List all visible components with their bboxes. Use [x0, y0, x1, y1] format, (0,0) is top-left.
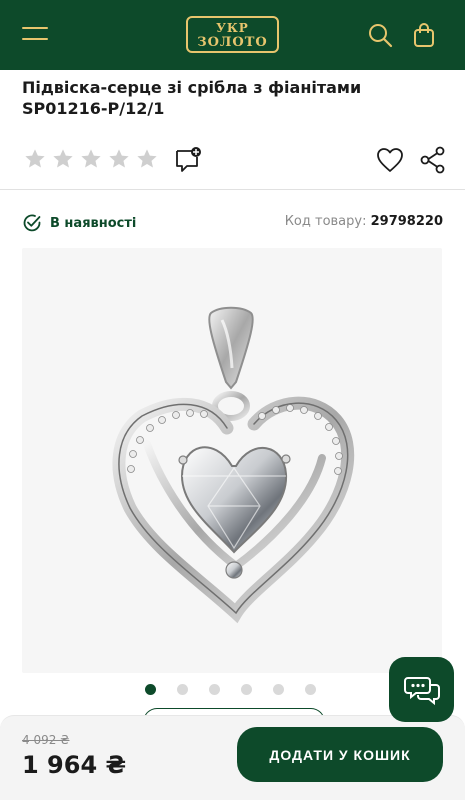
brand-logo[interactable]: УКР ЗОЛОТО [186, 16, 279, 53]
gallery-dot[interactable] [209, 684, 220, 695]
app-header: УКР ЗОЛОТО [0, 0, 465, 70]
gallery-pagination [145, 684, 316, 695]
share-icon[interactable] [420, 146, 446, 174]
chat-button[interactable] [389, 657, 454, 722]
product-code: Код товару: 29798220 [285, 214, 443, 229]
star-icon[interactable] [52, 148, 74, 170]
gallery-dot[interactable] [241, 684, 252, 695]
availability-status: В наявності [22, 211, 136, 235]
star-icon[interactable] [80, 148, 102, 170]
gallery-dot[interactable] [145, 684, 156, 695]
old-price: 4 092 ₴ [22, 733, 70, 747]
rating-stars[interactable] [24, 148, 158, 170]
availability-label: В наявності [50, 215, 137, 231]
wishlist-heart-icon[interactable] [376, 147, 404, 173]
product-image[interactable] [22, 248, 442, 673]
chat-bubbles-icon [404, 677, 440, 706]
menu-icon[interactable] [22, 25, 48, 45]
product-code-value: 29798220 [370, 214, 443, 229]
star-icon[interactable] [136, 148, 158, 170]
add-to-cart-button[interactable]: ДОДАТИ У КОШИК [237, 727, 443, 782]
star-icon[interactable] [108, 148, 130, 170]
add-review-icon[interactable] [174, 146, 202, 174]
heart-pendant-image [112, 306, 355, 624]
search-icon[interactable] [367, 22, 393, 48]
product-code-label: Код товару: [284, 214, 367, 229]
product-title: Підвіска-серце зі срібла з фіанітами SP0… [22, 78, 362, 118]
logo-line-2: ЗОЛОТО [197, 35, 268, 50]
gallery-dot[interactable] [177, 684, 188, 695]
bag-icon[interactable] [411, 22, 437, 48]
star-icon[interactable] [24, 148, 46, 170]
gallery-dot[interactable] [305, 684, 316, 695]
current-price: 1 964 ₴ [22, 751, 127, 779]
divider [0, 189, 465, 190]
gallery-dot[interactable] [273, 684, 284, 695]
check-badge-icon [23, 214, 41, 232]
logo-line-1: УКР [216, 21, 249, 35]
